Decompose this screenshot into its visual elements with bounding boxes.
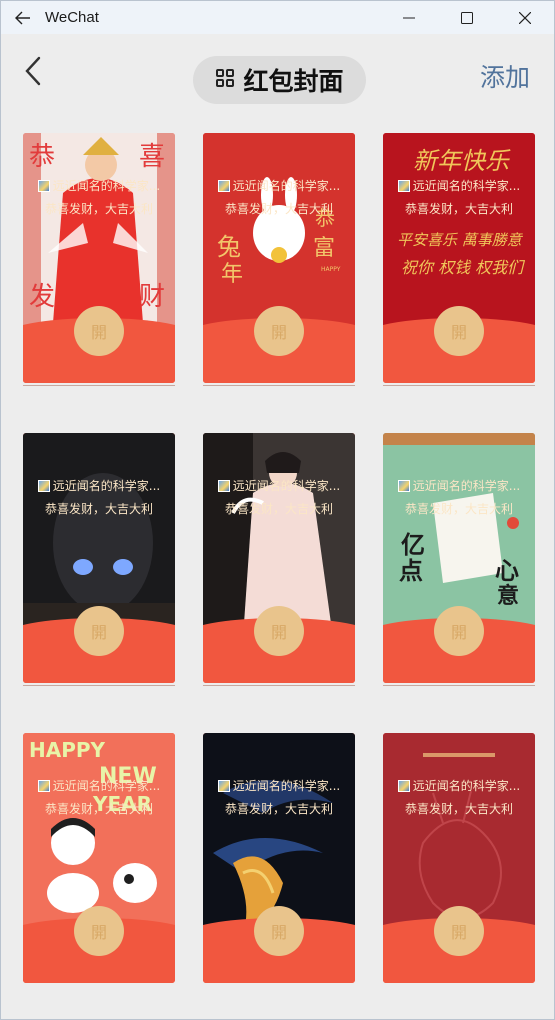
wish-text: 恭喜发财，大吉大利 [224,802,333,816]
svg-text:平安喜乐 萬事勝意: 平安喜乐 萬事勝意 [397,231,524,249]
open-button[interactable]: 開 [74,306,124,356]
page-header: 红包封面 添加 [1,34,554,110]
sender-name: 远近闻名的科学家... [203,777,355,794]
avatar [217,479,230,492]
avatar [397,779,410,792]
open-button[interactable]: 開 [254,906,304,956]
svg-text:亿: 亿 [401,531,425,559]
wish-text: 恭喜发财，大吉大利 [404,502,513,516]
cover-card[interactable]: 亿 点 心 意 远近闻名的科学家... 恭喜发财，大吉大利 開 [383,433,535,683]
svg-text:意: 意 [497,583,519,609]
svg-text:财: 财 [139,282,165,312]
svg-text:点: 点 [399,557,423,585]
wish-text: 恭喜发财，大吉大利 [44,202,153,216]
sender-name: 远近闻名的科学家... [383,777,535,794]
svg-text:喜: 喜 [139,142,165,172]
avatar [37,479,50,492]
sender-name: 远近闻名的科学家... [383,477,535,494]
open-button[interactable]: 開 [74,606,124,656]
open-button[interactable]: 開 [254,606,304,656]
minimize-button[interactable] [380,1,438,34]
avatar [37,779,50,792]
cover-card[interactable]: 远近闻名的科学家... 恭喜发财，大吉大利 開 [203,433,355,683]
maximize-button[interactable] [438,1,496,34]
cover-card[interactable]: 远近闻名的科学家... 恭喜发财，大吉大利 開 [383,733,535,983]
sender-name: 远近闻名的科学家... [23,177,175,194]
avatar [217,779,230,792]
svg-text:发: 发 [29,282,55,312]
open-button[interactable]: 開 [74,906,124,956]
svg-text:心: 心 [495,557,519,585]
svg-text:年: 年 [221,262,243,287]
wish-text: 恭喜发财，大吉大利 [404,802,513,816]
open-button[interactable]: 開 [434,306,484,356]
wish-text: 恭喜发财，大吉大利 [44,802,153,816]
cover-card[interactable]: 兔 年 恭 富 HAPPY 远近闻名的科学家... 恭喜发财，大吉大利 開 [203,133,355,383]
svg-text:新年快乐: 新年快乐 [413,147,511,175]
cover-card[interactable]: 远近闻名的科学家... 恭喜发财，大吉大利 開 [23,433,175,683]
title-pill[interactable]: 红包封面 [193,56,366,104]
wish-text: 恭喜发财，大吉大利 [44,502,153,516]
open-button[interactable]: 開 [434,606,484,656]
back-chevron-icon[interactable] [21,56,47,86]
grid-icon [215,68,235,93]
svg-text:HAPPY: HAPPY [29,738,106,762]
sender-name: 远近闻名的科学家... [203,177,355,194]
title-bar: WeChat [1,1,554,34]
wish-text: 恭喜发财，大吉大利 [224,202,333,216]
window-title: WeChat [45,9,99,26]
sender-name: 远近闻名的科学家... [203,477,355,494]
avatar [397,479,410,492]
wish-text: 恭喜发财，大吉大利 [404,202,513,216]
avatar [37,179,50,192]
page-title: 红包封面 [243,67,344,96]
cover-card[interactable]: 恭 喜 发 财 远近闻名的科学家... 恭喜发财，大吉大利 開 [23,133,175,383]
cover-card[interactable]: 新年快乐 平安喜乐 萬事勝意 祝你 权钱 权我们 远近闻名的科学家... 恭喜发… [383,133,535,383]
sender-name: 远近闻名的科学家... [23,777,175,794]
svg-text:祝你 权钱 权我们: 祝你 权钱 权我们 [401,258,525,277]
avatar [397,179,410,192]
avatar [217,179,230,192]
cover-card[interactable]: 远近闻名的科学家... 恭喜发财，大吉大利 開 [203,733,355,983]
open-button[interactable]: 開 [254,306,304,356]
add-button[interactable]: 添加 [480,58,530,94]
sender-name: 远近闻名的科学家... [23,477,175,494]
svg-text:HAPPY: HAPPY [321,266,341,273]
wechat-window: WeChat 红包封面 添加 恭 喜 发 财 远近闻名的科学家... 恭喜发财，… [0,0,555,1020]
wish-text: 恭喜发财，大吉大利 [224,502,333,516]
svg-text:兔: 兔 [217,233,241,261]
sender-name: 远近闻名的科学家... [383,177,535,194]
open-button[interactable]: 開 [434,906,484,956]
back-arrow-icon[interactable] [1,1,45,34]
close-button[interactable] [496,1,554,34]
svg-text:恭: 恭 [29,142,55,172]
cover-card[interactable]: HAPPY NEW YEAR 远近闻名的科学家... 恭喜发财，大吉大利 開 [23,733,175,983]
svg-text:富: 富 [313,236,335,261]
